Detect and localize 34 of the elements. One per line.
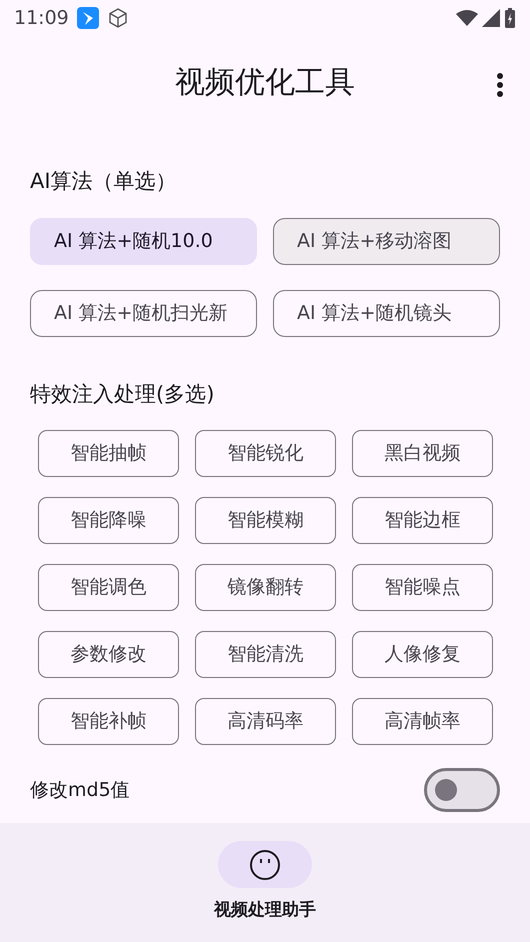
nav-label: 视频处理助手	[214, 899, 316, 922]
effect-chip[interactable]: 人像修复	[352, 631, 493, 678]
algorithm-option[interactable]: AI 算法+随机10.0	[30, 218, 257, 264]
effect-chip[interactable]: 镜像翻转	[195, 564, 336, 611]
effect-chip[interactable]: 智能噪点	[352, 564, 493, 611]
section-heading: 特效注入处理(多选)	[29, 380, 216, 408]
nav-tab[interactable]	[218, 841, 312, 888]
app-notification-icon	[76, 7, 99, 29]
effect-chip[interactable]: 智能调色	[38, 564, 179, 611]
effect-chip[interactable]: 黑白视频	[352, 430, 493, 477]
effect-chip[interactable]: 智能边框	[352, 497, 493, 544]
algorithm-option[interactable]: AI 算法+随机扫光新	[30, 290, 257, 336]
algorithm-option[interactable]: AI 算法+随机镜头	[273, 290, 500, 336]
app-title: 视频优化工具	[175, 65, 355, 101]
effect-chip[interactable]: 参数修改	[38, 631, 179, 678]
effect-chip[interactable]: 智能补帧	[38, 698, 179, 745]
toggle-switch[interactable]	[424, 768, 500, 812]
algorithm-option[interactable]: AI 算法+移动溶图	[273, 218, 500, 264]
section-heading: AI算法（单选）	[29, 168, 178, 195]
effect-chip[interactable]: 智能抽帧	[38, 430, 179, 477]
more-options-icon[interactable]	[496, 72, 504, 98]
battery-icon	[504, 8, 516, 28]
effect-chip[interactable]: 智能锐化	[195, 430, 336, 477]
signal-icon	[482, 9, 500, 27]
clock: 11:09	[14, 6, 69, 31]
effect-chip[interactable]: 智能降噪	[38, 497, 179, 544]
cube-icon	[106, 7, 129, 29]
effect-chip[interactable]: 高清帧率	[352, 698, 493, 745]
wifi-icon	[456, 10, 478, 26]
setting-label: 修改md5值	[30, 778, 130, 803]
effect-chip[interactable]: 智能清洗	[195, 631, 336, 678]
face-icon	[249, 848, 281, 881]
effect-chip[interactable]: 智能模糊	[195, 497, 336, 544]
effect-chip[interactable]: 高清码率	[195, 698, 336, 745]
